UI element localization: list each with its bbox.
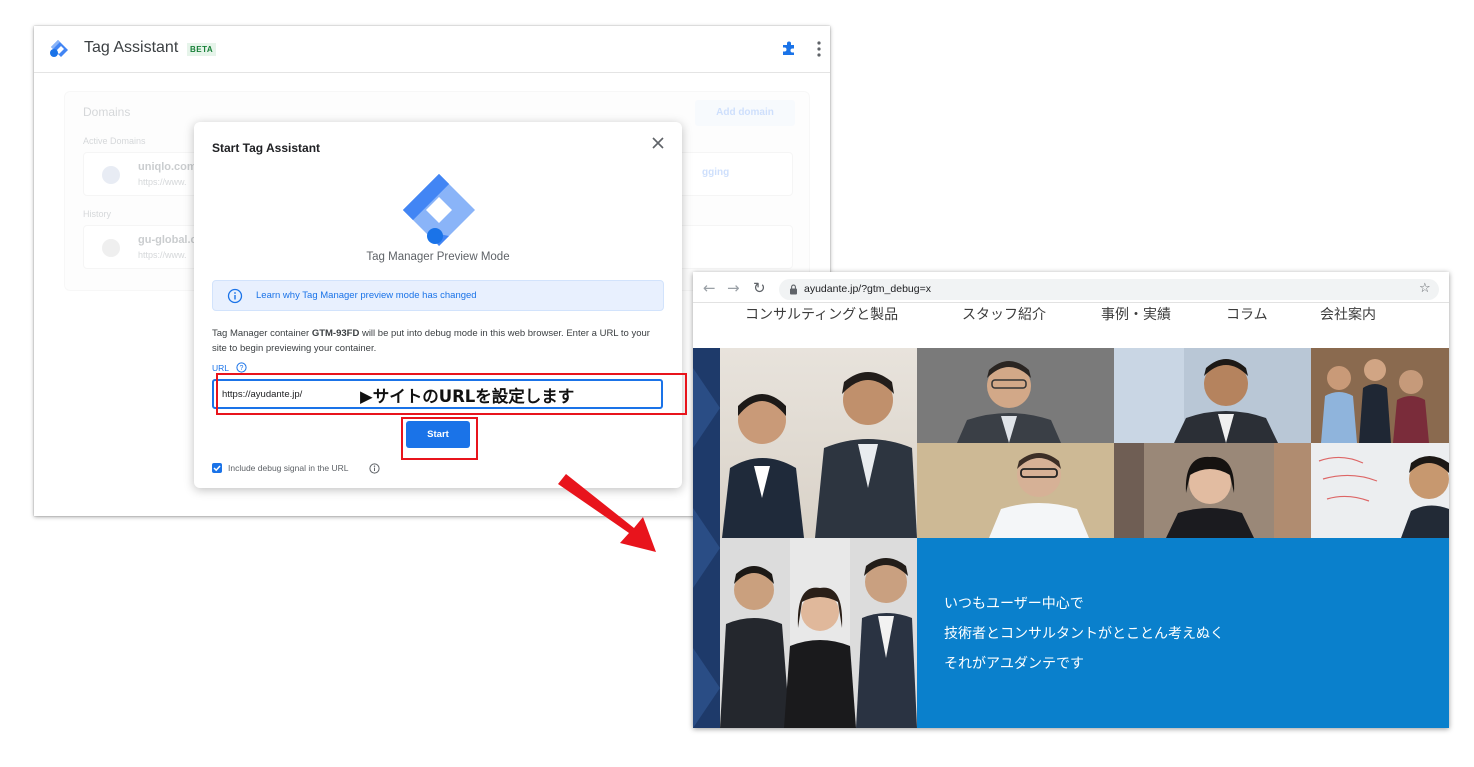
dialog-description: Tag Manager container GTM-93FD will be p… bbox=[212, 326, 667, 356]
lock-icon bbox=[790, 284, 797, 295]
nav-item-staff[interactable]: スタッフ紹介 bbox=[962, 304, 1046, 324]
svg-text:?: ? bbox=[240, 365, 244, 372]
catchcopy-line: いつもユーザー中心で bbox=[944, 596, 1084, 612]
url-callout-text: ▶サイトのURLを設定します bbox=[360, 387, 575, 406]
staff-photo bbox=[720, 538, 917, 728]
staff-photo bbox=[917, 348, 1114, 443]
forward-icon[interactable]: → bbox=[727, 279, 740, 297]
help-icon[interactable]: ? bbox=[236, 362, 247, 373]
staff-photo bbox=[1114, 443, 1311, 538]
tag-assistant-logo-icon bbox=[50, 40, 68, 57]
catchcopy-line: それがアユダンテです bbox=[944, 656, 1084, 672]
beta-badge: BETA bbox=[187, 43, 217, 56]
nav-item-cases[interactable]: 事例・実績 bbox=[1101, 304, 1171, 324]
staff-photo bbox=[720, 348, 917, 538]
catchcopy-line: 技術者とコンサルタントがとことん考えぬく bbox=[944, 626, 1224, 642]
gtm-logo-icon bbox=[403, 174, 475, 246]
extension-icon[interactable] bbox=[780, 39, 798, 57]
info-icon[interactable] bbox=[369, 463, 380, 474]
catchcopy-panel: いつもユーザー中心で 技術者とコンサルタントがとことん考えぬく それがアユダンテ… bbox=[917, 538, 1449, 728]
nav-item-consulting[interactable]: コンサルティングと製品 bbox=[745, 304, 898, 324]
desc-prefix: Tag Manager container bbox=[212, 328, 312, 339]
dialog-title: Start Tag Assistant bbox=[212, 141, 321, 155]
container-id: GTM-93FD bbox=[311, 328, 360, 339]
close-icon[interactable] bbox=[650, 135, 666, 151]
back-icon[interactable]: ← bbox=[703, 279, 716, 297]
checkbox-icon[interactable] bbox=[212, 463, 222, 473]
nav-item-column[interactable]: コラム bbox=[1226, 304, 1268, 324]
dialog-subtitle: Tag Manager Preview Mode bbox=[366, 251, 510, 263]
address-bar[interactable]: ayudante.jp/?gtm_debug=x ☆ bbox=[779, 279, 1439, 300]
address-url[interactable]: ayudante.jp/?gtm_debug=x bbox=[804, 283, 931, 295]
info-icon bbox=[227, 288, 243, 304]
staff-photo bbox=[917, 443, 1114, 538]
url-label: URL bbox=[212, 363, 230, 373]
staff-photo bbox=[1311, 348, 1449, 443]
decorative-strip bbox=[693, 348, 720, 728]
browser-window: ← → ↻ ayudante.jp/?gtm_debug=x ☆ コンサルティン… bbox=[693, 272, 1449, 728]
info-link[interactable]: Learn why Tag Manager preview mode has c… bbox=[256, 290, 477, 301]
site-navigation: コンサルティングと製品 スタッフ紹介 事例・実績 コラム 会社案内 bbox=[693, 304, 1449, 348]
app-title: Tag Assistant bbox=[84, 39, 179, 56]
start-highlight-box bbox=[401, 417, 478, 460]
debug-checkbox-label[interactable]: Include debug signal in the URL bbox=[228, 463, 349, 473]
more-vert-icon[interactable] bbox=[816, 40, 822, 58]
browser-toolbar: ← → ↻ ayudante.jp/?gtm_debug=x ☆ bbox=[693, 275, 1449, 303]
nav-item-company[interactable]: 会社案内 bbox=[1320, 304, 1376, 324]
hero-section: いつもユーザー中心で 技術者とコンサルタントがとことん考えぬく それがアユダンテ… bbox=[693, 348, 1449, 728]
staff-photo bbox=[1114, 348, 1311, 443]
star-icon[interactable]: ☆ bbox=[1419, 281, 1431, 296]
app-header: Tag Assistant BETA bbox=[34, 26, 830, 73]
reload-icon[interactable]: ↻ bbox=[753, 279, 766, 297]
info-banner[interactable]: Learn why Tag Manager preview mode has c… bbox=[212, 280, 664, 311]
red-arrow-icon bbox=[558, 474, 656, 552]
staff-photo bbox=[1311, 443, 1449, 538]
